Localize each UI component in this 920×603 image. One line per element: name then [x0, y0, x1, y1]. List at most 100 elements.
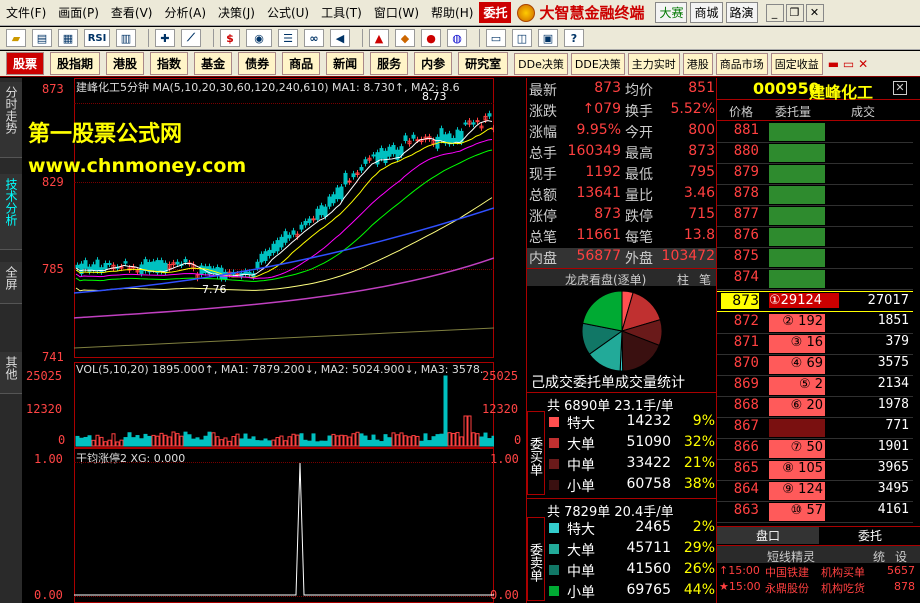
module-tab[interactable]: 内参: [414, 52, 453, 75]
bid-row[interactable]: 869 ⑤ 2 2134: [717, 376, 913, 397]
menu-item[interactable]: 帮助(H): [425, 4, 479, 21]
ask-row[interactable]: 875: [717, 248, 913, 269]
module-tab[interactable]: 服务: [370, 52, 409, 75]
bid-row[interactable]: 865 ⑧ 105 3965: [717, 460, 913, 481]
open-folder-icon[interactable]: ▰: [6, 29, 26, 47]
menu-item[interactable]: 工具(T): [315, 4, 368, 21]
size-pct: 21%: [683, 455, 715, 471]
diamond-icon[interactable]: ◆: [395, 29, 415, 47]
crosshair-icon[interactable]: ✚: [155, 29, 175, 47]
module-tab[interactable]: 商品: [282, 52, 321, 75]
grid-icon[interactable]: ▦: [58, 29, 78, 47]
ask-row[interactable]: 878: [717, 185, 913, 206]
bid-row[interactable]: 864 ⑨ 124 3495: [717, 481, 913, 502]
flag-icon[interactable]: ◉: [246, 29, 272, 47]
tab-quan-ping[interactable]: 全屏: [0, 262, 22, 304]
current-price-row[interactable]: 873 ①29124 27017: [717, 291, 913, 312]
menu-selected-wei-tuo[interactable]: 委托: [479, 2, 512, 23]
module-tab[interactable]: 债券: [238, 52, 277, 75]
megaphone-icon[interactable]: ◀: [330, 29, 350, 47]
bid-qty: ③ 16: [790, 335, 823, 350]
short-btn-she[interactable]: 设: [895, 548, 907, 565]
news-value: 878: [894, 580, 915, 593]
da-sai-button[interactable]: 大赛: [655, 2, 688, 23]
ask-row[interactable]: 881: [717, 122, 913, 143]
tab-qi-ta[interactable]: 其他: [0, 352, 22, 394]
module-tab[interactable]: 指数: [150, 52, 189, 75]
tab-ji-shu[interactable]: 技术分析: [0, 174, 22, 250]
ask-row[interactable]: 879: [717, 164, 913, 185]
chart-icon[interactable]: ▤: [32, 29, 52, 47]
short-elf-item[interactable]: ★15:00 永鼎股份 机构吃货 878: [717, 580, 920, 595]
minimize-icon[interactable]: _: [765, 3, 784, 22]
help-cursor-icon[interactable]: ?: [564, 29, 584, 47]
ask-row[interactable]: 876: [717, 227, 913, 248]
close-icon[interactable]: ✕: [805, 3, 824, 22]
module-extra-tab[interactable]: 港股: [682, 52, 713, 75]
bid-row[interactable]: 868 ⑥ 20 1978: [717, 397, 913, 418]
tab-fen-shi[interactable]: 分时走势: [0, 82, 22, 158]
module-tab[interactable]: 股指期: [50, 52, 101, 75]
tab-pan-kou[interactable]: 盘口: [717, 527, 819, 544]
bid-row[interactable]: 863 ⑩ 57 4161: [717, 502, 913, 523]
pie-btn-bi[interactable]: 笔: [699, 271, 711, 288]
binoculars-icon[interactable]: ∞: [304, 29, 324, 47]
module-tab[interactable]: 基金: [194, 52, 233, 75]
list-icon[interactable]: ☰: [278, 29, 298, 47]
indicator-spike-line: [74, 462, 494, 596]
bid-row[interactable]: 867 771: [717, 418, 913, 439]
volume-bar: [451, 432, 456, 447]
table-icon[interactable]: ▥: [116, 29, 136, 47]
short-btn-tong[interactable]: 统: [873, 548, 885, 565]
rsi-icon[interactable]: RSI: [84, 29, 110, 47]
news-value: 5657: [887, 564, 915, 577]
module-extra-tab[interactable]: 商品市场: [715, 52, 768, 75]
menu-item[interactable]: 决策(J): [212, 4, 261, 21]
short-elf-item[interactable]: ↑15:00 中国铁建 机构买单 5657: [717, 564, 920, 579]
module-extra-tab[interactable]: DDe决策: [514, 52, 568, 75]
quote-label: 均价: [625, 83, 653, 99]
menu-item[interactable]: 画面(P): [52, 4, 105, 21]
module-extra-tab[interactable]: 固定收益: [770, 52, 823, 75]
module-tab[interactable]: 新闻: [326, 52, 365, 75]
bell-icon[interactable]: ▲: [369, 29, 389, 47]
restore-icon[interactable]: ❐: [785, 3, 804, 22]
dollar-icon[interactable]: $: [220, 29, 240, 47]
size-name: 中单: [567, 564, 595, 580]
lu-yan-button[interactable]: 路演: [725, 2, 758, 23]
menu-item[interactable]: 查看(V): [105, 4, 159, 21]
ask-row[interactable]: 877: [717, 206, 913, 227]
close-panel-icon[interactable]: ✕: [893, 81, 907, 95]
module-tab[interactable]: 股票: [6, 52, 45, 75]
ask-row[interactable]: 874: [717, 269, 913, 290]
globe-icon[interactable]: ◍: [447, 29, 467, 47]
tab-wei-tuo[interactable]: 委托: [819, 527, 920, 544]
volume-bar: [347, 436, 352, 447]
shang-cheng-button[interactable]: 商城: [690, 2, 723, 23]
print-icon[interactable]: ▭: [486, 29, 506, 47]
candle: [275, 240, 280, 252]
menu-item[interactable]: 文件(F): [0, 4, 52, 21]
bid-row[interactable]: 872 ② 192 1851: [717, 313, 913, 334]
window-icon[interactable]: ◫: [512, 29, 532, 47]
bid-row[interactable]: 871 ③ 16 379: [717, 334, 913, 355]
pie-btn-zhu[interactable]: 柱: [677, 271, 689, 288]
menu-item[interactable]: 公式(U): [261, 4, 315, 21]
chart-area[interactable]: 873 829 785 741 建峰化工5分钟 MA(5,10,20,30,60…: [22, 78, 526, 603]
bid-row[interactable]: 866 ⑦ 50 1901: [717, 439, 913, 460]
lips-icon[interactable]: ●: [421, 29, 441, 47]
volume-bar: [91, 439, 96, 447]
menu-item[interactable]: 分析(A): [158, 4, 212, 21]
ruler-icon[interactable]: ⟋: [181, 29, 201, 47]
module-extra-tab[interactable]: DDE决策: [570, 52, 625, 75]
ask-row[interactable]: 880: [717, 143, 913, 164]
menu-item[interactable]: 窗口(W): [368, 4, 425, 21]
bid-price: 871: [733, 334, 759, 350]
module-tab[interactable]: 研究室: [458, 52, 509, 75]
panel-window-icons[interactable]: ▬ ▭ ✕: [828, 57, 868, 71]
module-extra-tab[interactable]: 主力实时: [627, 52, 680, 75]
bid-row[interactable]: 870 ④ 69 3575: [717, 355, 913, 376]
module-tab[interactable]: 港股: [106, 52, 145, 75]
vol-y-label-right: 0: [514, 433, 522, 447]
layout-icon[interactable]: ▣: [538, 29, 558, 47]
